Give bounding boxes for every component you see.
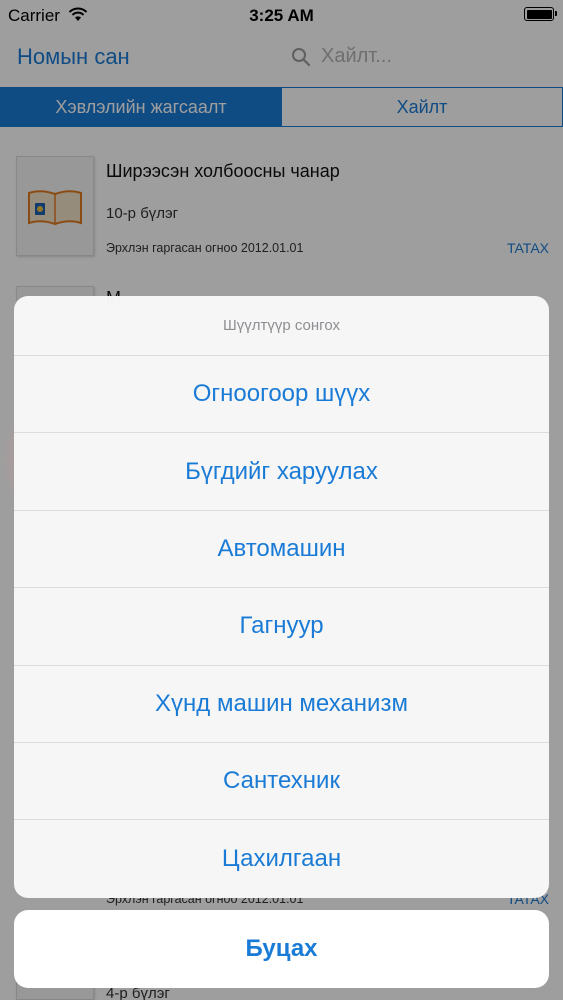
option-heavy-machinery[interactable]: Хүнд машин механизм [14, 666, 549, 743]
option-plumbing[interactable]: Сантехник [14, 743, 549, 821]
option-automobile[interactable]: Автомашин [14, 511, 549, 589]
option-welding[interactable]: Гагнуур [14, 588, 549, 666]
option-filter-by-date[interactable]: Огноогоор шүүх [14, 356, 549, 434]
option-show-all[interactable]: Бүгдийг харуулах [14, 433, 549, 511]
option-electrical[interactable]: Цахилгаан [14, 820, 549, 897]
action-sheet-title: Шүүлтүүр сонгох [14, 296, 549, 356]
cancel-button[interactable]: Буцах [14, 910, 549, 988]
filter-action-sheet: Шүүлтүүр сонгох Огноогоор шүүх Бүгдийг х… [14, 296, 549, 898]
